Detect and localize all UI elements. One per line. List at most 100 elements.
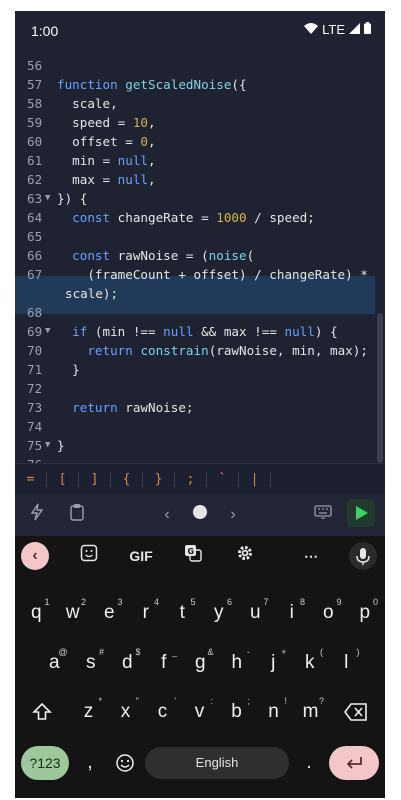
symbol-key[interactable]: {: [111, 471, 143, 487]
symbol-key[interactable]: ]: [79, 471, 111, 487]
code-text: const rawNoise = (noise(: [72, 248, 255, 263]
lightning-icon[interactable]: [25, 503, 49, 527]
key-n[interactable]: n!: [256, 693, 291, 731]
backspace-key[interactable]: [337, 693, 375, 731]
sticker-icon[interactable]: [75, 544, 103, 568]
code-line[interactable]: 59 speed = 10,: [15, 113, 385, 132]
line-number: 71: [27, 362, 43, 377]
signal-icon: [349, 22, 360, 37]
key-k[interactable]: k(: [293, 644, 328, 682]
code-text: scale,: [57, 96, 118, 111]
enter-key[interactable]: [329, 746, 379, 780]
symbol-key[interactable]: [: [47, 471, 79, 487]
symbol-key[interactable]: ;: [175, 471, 207, 487]
fold-arrow-icon[interactable]: ▼: [45, 189, 50, 208]
symbols-key[interactable]: ?123: [21, 746, 69, 780]
key-v[interactable]: v:: [182, 693, 217, 731]
key-r[interactable]: r4: [129, 594, 164, 632]
code-line[interactable]: 66 const rawNoise = (noise(: [15, 246, 385, 265]
key-label: t: [179, 602, 185, 623]
translate-icon[interactable]: G: [179, 544, 207, 568]
code-line[interactable]: 62 max = null,: [15, 170, 385, 189]
key-j[interactable]: j +: [256, 644, 291, 682]
key-label: n: [268, 701, 279, 722]
gif-button[interactable]: GIF: [123, 544, 159, 568]
code-line[interactable]: 67 (frameCount + offset) / changeRate) *: [15, 265, 385, 284]
code-line[interactable]: 68: [15, 303, 385, 322]
cursor-dot-icon[interactable]: [188, 503, 212, 527]
key-l[interactable]: l): [329, 644, 364, 682]
key-h[interactable]: h-: [220, 644, 255, 682]
key-y[interactable]: y6: [202, 594, 237, 632]
key-o[interactable]: o9: [311, 594, 346, 632]
line-number: 60: [27, 134, 43, 149]
code-line[interactable]: 58 scale,: [15, 94, 385, 113]
more-icon[interactable]: ⋯: [297, 544, 325, 568]
key-s[interactable]: s #: [74, 644, 109, 682]
code-text: (frameCount + offset) / changeRate) *: [57, 267, 368, 282]
code-line[interactable]: 75 ▼}: [15, 436, 385, 455]
comma-key[interactable]: ,: [75, 744, 105, 782]
line-number: 64: [27, 210, 43, 225]
key-d[interactable]: d $: [110, 644, 145, 682]
code-line[interactable]: 56: [15, 56, 385, 75]
code-text: max = null,: [57, 172, 156, 187]
fold-arrow-icon[interactable]: ▼: [45, 436, 50, 455]
editor-scrollbar[interactable]: [377, 313, 383, 463]
code-editor[interactable]: 56 57 function getScaledNoise({58 scale, 59…: [15, 53, 385, 463]
symbol-key[interactable]: =: [15, 471, 47, 487]
code-line[interactable]: 70 return constrain(rawNoise, min, max);: [15, 341, 385, 360]
key-p[interactable]: p0: [348, 594, 383, 632]
gear-icon[interactable]: [231, 544, 259, 568]
code-line[interactable]: 60 offset = 0,: [15, 132, 385, 151]
emoji-key[interactable]: [110, 744, 140, 782]
shift-key[interactable]: [23, 693, 61, 731]
line-number: 61: [27, 153, 43, 168]
key-label: i: [289, 602, 294, 623]
code-line[interactable]: scale);: [15, 284, 385, 303]
chevron-left-icon[interactable]: ‹: [21, 542, 49, 570]
keyboard-icon[interactable]: [311, 503, 335, 527]
key-label: v: [194, 701, 205, 722]
space-key[interactable]: English: [145, 747, 289, 779]
key-g[interactable]: g &: [183, 644, 218, 682]
key-label: r: [142, 602, 149, 623]
key-i[interactable]: i8: [275, 594, 310, 632]
key-m[interactable]: m?: [293, 693, 328, 731]
code-line[interactable]: 61 min = null,: [15, 151, 385, 170]
code-line[interactable]: 73 return rawNoise;: [15, 398, 385, 417]
mic-button[interactable]: [349, 542, 377, 570]
code-line[interactable]: 57 function getScaledNoise({: [15, 75, 385, 94]
code-line[interactable]: 74: [15, 417, 385, 436]
period-key[interactable]: .: [294, 744, 324, 782]
chevron-right-icon[interactable]: ›: [221, 503, 245, 527]
code-line[interactable]: 65: [15, 227, 385, 246]
key-b[interactable]: b;: [219, 693, 254, 731]
symbol-key[interactable]: }: [143, 471, 175, 487]
key-a[interactable]: a @: [37, 644, 72, 682]
code-text: min = null,: [57, 153, 156, 168]
key-q[interactable]: q1: [19, 594, 54, 632]
key-c[interactable]: c ': [145, 693, 180, 731]
chevron-left-icon[interactable]: ‹: [155, 503, 179, 527]
key-t[interactable]: t5: [165, 594, 200, 632]
symbol-key[interactable]: |: [239, 471, 271, 487]
code-line[interactable]: 64 const changeRate = 1000 / speed;: [15, 208, 385, 227]
fold-arrow-icon[interactable]: ▼: [45, 322, 50, 341]
code-line[interactable]: 72: [15, 379, 385, 398]
run-button[interactable]: [347, 499, 375, 527]
key-f[interactable]: f _: [147, 644, 182, 682]
key-u[interactable]: u7: [238, 594, 273, 632]
code-line[interactable]: 76: [15, 455, 385, 463]
key-label: o: [322, 602, 334, 623]
key-e[interactable]: e3: [92, 594, 127, 632]
clipboard-icon[interactable]: [65, 503, 89, 527]
key-z[interactable]: z *: [71, 693, 106, 731]
code-line[interactable]: 69 ▼ if (min !== null && max !== null) {: [15, 322, 385, 341]
code-line[interactable]: 63 ▼}) {: [15, 189, 385, 208]
key-x[interactable]: x ": [108, 693, 143, 731]
symbol-bar: =[]{}; ` |: [15, 463, 385, 494]
symbol-key[interactable]: `: [207, 471, 239, 487]
code-line[interactable]: 71 }: [15, 360, 385, 379]
key-w[interactable]: w2: [56, 594, 91, 632]
